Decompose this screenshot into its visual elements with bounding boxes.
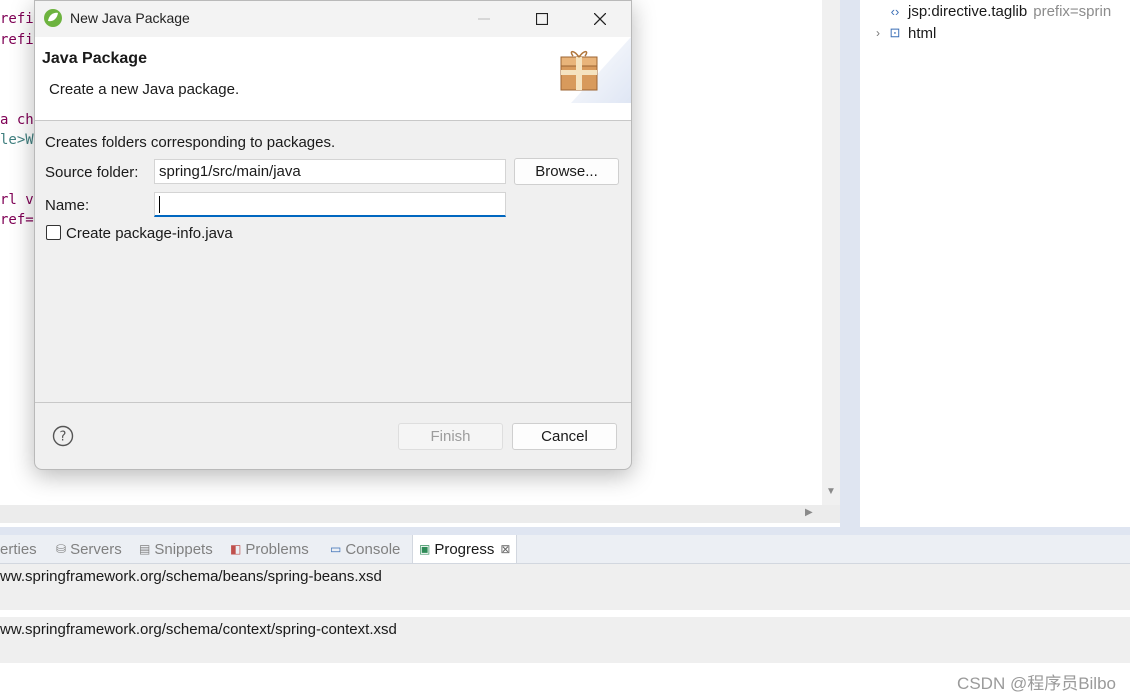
progress-item: ww.springframework.org/schema/context/sp… bbox=[0, 617, 1130, 663]
code-line: refi bbox=[0, 11, 34, 27]
tab-servers[interactable]: ⛁ Servers bbox=[56, 535, 122, 563]
dialog-separator bbox=[35, 402, 631, 403]
chevron-right-icon[interactable]: › bbox=[870, 26, 886, 40]
close-window-button[interactable] bbox=[571, 1, 629, 37]
code-line: rl v bbox=[0, 192, 34, 208]
snippets-icon: ▤ bbox=[139, 542, 151, 556]
watermark: CSDN @程序员Bilbo bbox=[957, 674, 1116, 693]
source-folder-field[interactable]: spring1/src/main/java bbox=[154, 159, 506, 184]
browse-button[interactable]: Browse... bbox=[514, 158, 619, 185]
tab-console[interactable]: ▭ Console bbox=[330, 535, 400, 563]
close-icon[interactable]: ⊠ bbox=[500, 542, 510, 556]
close-icon bbox=[594, 13, 606, 25]
problems-icon: ◧ bbox=[230, 542, 242, 556]
package-info-checkbox-label[interactable]: Create package-info.java bbox=[66, 225, 233, 242]
code-line: le>W bbox=[0, 132, 34, 148]
tag-icon: ‹› bbox=[890, 3, 900, 19]
outline-item-taglib[interactable]: ‹› jsp:directive.taglib prefix=sprin bbox=[860, 0, 1112, 22]
spring-leaf-icon bbox=[44, 9, 62, 27]
source-folder-label: Source folder: bbox=[45, 164, 139, 181]
panel-separator bbox=[0, 527, 1130, 535]
cancel-button[interactable]: Cancel bbox=[512, 423, 617, 450]
views-tab-bar: erties ⛁ Servers ▤ Snippets ◧ Problems ▭… bbox=[0, 535, 1130, 564]
progress-item: ww.springframework.org/schema/beans/spri… bbox=[0, 564, 1130, 610]
package-wizard-icon bbox=[560, 37, 631, 103]
console-icon: ▭ bbox=[330, 542, 342, 556]
tab-properties[interactable]: erties bbox=[0, 535, 37, 563]
code-line: refi bbox=[0, 32, 34, 48]
page-title: Java Package bbox=[42, 50, 147, 67]
scroll-right-arrow-icon[interactable]: ▶ bbox=[805, 507, 813, 518]
tab-progress[interactable]: ▣ Progress ⊠ bbox=[412, 535, 518, 563]
page-description: Create a new Java package. bbox=[49, 81, 240, 98]
editor-horizontal-scrollbar[interactable]: ▶ bbox=[0, 505, 840, 523]
package-name-input[interactable] bbox=[154, 192, 506, 217]
svg-text:?: ? bbox=[60, 430, 67, 445]
editor-vertical-scrollbar[interactable]: ▼ bbox=[822, 0, 840, 505]
text-caret bbox=[159, 196, 160, 213]
progress-icon: ▣ bbox=[419, 542, 431, 556]
outline-view: ‹› jsp:directive.taglib prefix=sprin › ⊡… bbox=[860, 0, 1130, 527]
dialog-title: New Java Package bbox=[70, 10, 190, 26]
code-line: a ch bbox=[0, 112, 34, 128]
finish-button[interactable]: Finish bbox=[398, 423, 503, 450]
package-info-checkbox[interactable] bbox=[46, 225, 61, 240]
maximize-button[interactable] bbox=[513, 1, 571, 37]
help-icon[interactable]: ? bbox=[52, 425, 74, 447]
html-element-icon: ⊡ bbox=[889, 25, 901, 40]
code-line: ref= bbox=[0, 212, 34, 228]
servers-icon: ⛁ bbox=[56, 542, 67, 556]
maximize-icon bbox=[536, 13, 548, 25]
wizard-description: Creates folders corresponding to package… bbox=[45, 134, 336, 151]
outline-item-html[interactable]: › ⊡ html bbox=[860, 22, 936, 44]
minimize-icon bbox=[478, 18, 490, 20]
minimize-button[interactable] bbox=[455, 1, 513, 37]
view-divider bbox=[840, 0, 860, 527]
tab-snippets[interactable]: ▤ Snippets bbox=[139, 535, 213, 563]
tab-problems[interactable]: ◧ Problems bbox=[230, 535, 309, 563]
dialog-titlebar[interactable]: New Java Package bbox=[35, 1, 631, 37]
name-label: Name: bbox=[45, 197, 90, 214]
scroll-down-arrow-icon[interactable]: ▼ bbox=[826, 486, 836, 497]
wizard-banner: Java Package Create a new Java package. bbox=[35, 37, 631, 121]
new-java-package-dialog: New Java Package Java Package Create a n… bbox=[34, 0, 632, 470]
